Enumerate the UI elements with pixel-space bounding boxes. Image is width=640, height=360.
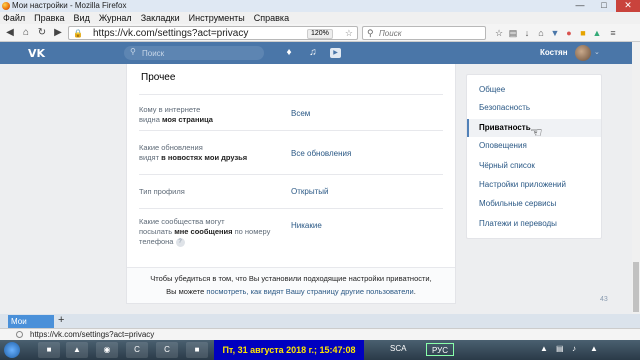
footer-text-line2: Вы можете посмотреть, как видят Вашу стр… — [166, 287, 416, 296]
pocket-icon[interactable]: ▼ — [550, 28, 560, 38]
volume-icon[interactable]: ♪ — [572, 344, 576, 353]
privacy-value-page-visibility[interactable]: Всем — [291, 109, 310, 118]
notifications-bell-icon[interactable]: ♦ — [282, 46, 296, 60]
taskbar-app-icon[interactable]: ■ — [38, 342, 60, 358]
settings-item-security[interactable]: Безопасность — [467, 99, 601, 117]
tab-settings[interactable]: Мои — [8, 315, 54, 328]
home-icon[interactable]: ⌂ — [20, 27, 32, 39]
view-as-others-link[interactable]: посмотреть, как видят Вашу страницу друг… — [206, 287, 413, 296]
extension-icon-2[interactable]: ▲ — [592, 28, 602, 38]
chevron-down-icon[interactable]: ⌄ — [594, 48, 600, 56]
row-label: Какие сообщества могут посылать мне сооб… — [139, 217, 271, 247]
privacy-value-news-updates[interactable]: Все обновления — [291, 149, 351, 158]
window-controls: — □ ✕ — [568, 0, 640, 12]
network-icon[interactable]: ▤ — [556, 344, 564, 353]
status-url: https://vk.com/settings?act=privacy — [30, 330, 155, 339]
tray-arrow-icon[interactable]: ▲ — [540, 344, 548, 353]
taskbar-app-icon[interactable]: ▲ — [66, 342, 88, 358]
url-text[interactable]: https://vk.com/settings?act=privacy — [93, 28, 248, 39]
page-scrollbar[interactable] — [632, 42, 640, 332]
vk-logo[interactable]: VK — [28, 47, 48, 60]
counter-badge: 43 — [600, 296, 608, 303]
taskbar-app-icon[interactable]: C — [156, 342, 178, 358]
new-tab-icon[interactable]: + — [58, 314, 64, 326]
privacy-value-profile-type[interactable]: Открытый — [291, 187, 328, 196]
vk-header: VK ⚲ ♦ ♫ ▶ Костян ⌄ — [0, 42, 632, 64]
taskbar-firefox-icon[interactable]: ◉ — [96, 342, 118, 358]
lock-icon: 🔒 — [73, 29, 83, 38]
privacy-value-community-messages[interactable]: Никакие — [291, 221, 322, 230]
settings-item-apps[interactable]: Настройки приложений — [467, 176, 601, 194]
browser-search-bar[interactable]: ⚲ — [362, 26, 486, 40]
section-title: Прочее — [141, 72, 176, 83]
user-name[interactable]: Костян — [540, 48, 568, 57]
start-button-icon[interactable] — [4, 342, 20, 358]
download-icon[interactable]: ↓ — [522, 28, 532, 38]
menu-help[interactable]: Справка — [254, 13, 289, 23]
back-icon[interactable]: ◀ — [4, 27, 16, 39]
tray-label[interactable]: SCA — [390, 344, 406, 353]
hand-cursor-icon: ☜ — [530, 124, 543, 140]
firefox-icon — [2, 2, 10, 10]
row-label: Кому в интернете видна моя страница — [139, 105, 213, 124]
notification-icon[interactable]: ▲ — [590, 344, 598, 353]
scrollbar-thumb[interactable] — [633, 262, 639, 312]
footer-text: Чтобы убедиться в том, что Вы установили… — [150, 274, 432, 283]
vk-search-box[interactable]: ⚲ — [124, 46, 264, 60]
url-bar[interactable]: 🔒 https://vk.com/settings?act=privacy 12… — [68, 26, 358, 40]
window-title: Мои настройки - Mozilla Firefox — [12, 1, 127, 10]
browser-search-input[interactable] — [379, 28, 479, 38]
addon-icon[interactable]: ● — [564, 28, 574, 38]
settings-menu: Общее Безопасность Приватность Оповещени… — [466, 74, 602, 239]
tab-strip: Мои + — [0, 314, 640, 328]
search-icon: ⚲ — [367, 28, 374, 38]
taskbar-app-icon[interactable]: C — [126, 342, 148, 358]
taskbar: ■ ▲ ◉ C C ■ Пт, 31 августа 2018 г.; 15:4… — [0, 340, 640, 360]
search-icon: ⚲ — [130, 47, 136, 56]
row-label: Тип профиля — [139, 187, 185, 196]
row-label: Какие обновления видят в новостях мои др… — [139, 143, 248, 162]
privacy-footer: Чтобы убедиться в том, что Вы установили… — [127, 267, 455, 303]
settings-item-general[interactable]: Общее — [467, 81, 601, 99]
bookmark-star-icon[interactable]: ☆ — [345, 28, 353, 39]
extension-icon[interactable]: ■ — [578, 28, 588, 38]
loading-icon — [16, 331, 23, 338]
menu-view[interactable]: Вид — [74, 13, 90, 23]
privacy-row: Какие обновления видят в новостях мои др… — [139, 130, 443, 174]
privacy-row: Какие сообщества могут посылать мне сооб… — [139, 208, 443, 258]
settings-item-blacklist[interactable]: Чёрный список — [467, 157, 601, 175]
menu-file[interactable]: Файл — [3, 13, 25, 23]
menu-history[interactable]: Журнал — [99, 13, 132, 23]
menu-bookmarks[interactable]: Закладки — [141, 13, 180, 23]
nav-bar: ◀ ⌂ ↻ ▶ 🔒 https://vk.com/settings?act=pr… — [0, 24, 640, 42]
home-button-icon[interactable]: ⌂ — [536, 28, 546, 38]
reload-icon[interactable]: ↻ — [36, 27, 48, 39]
browser-menu-icon[interactable]: ≡ — [608, 28, 618, 38]
privacy-card: Прочее Кому в интернете видна моя страни… — [126, 64, 456, 304]
bookmark-icon[interactable]: ☆ — [494, 28, 504, 38]
settings-item-mobile[interactable]: Мобильные сервисы — [467, 195, 601, 213]
menu-edit[interactable]: Правка — [34, 13, 64, 23]
help-question-icon[interactable]: ? — [175, 237, 185, 247]
avatar[interactable] — [575, 45, 591, 61]
music-icon[interactable]: ♫ — [306, 46, 320, 60]
language-indicator[interactable]: РУС — [426, 343, 454, 356]
play-icon[interactable]: ▶ — [330, 48, 341, 58]
taskbar-app-icon[interactable]: ■ — [186, 342, 208, 358]
zoom-level[interactable]: 120% — [307, 29, 333, 39]
minimize-icon[interactable]: — — [568, 0, 592, 12]
settings-item-payments[interactable]: Платежи и переводы — [467, 215, 601, 233]
library-icon[interactable]: ▤ — [508, 28, 518, 38]
status-bar: https://vk.com/settings?act=privacy — [0, 328, 640, 340]
forward-icon[interactable]: ▶ — [52, 27, 64, 39]
close-icon[interactable]: ✕ — [616, 0, 640, 12]
privacy-row: Тип профиля Открытый — [139, 174, 443, 208]
vk-search-input[interactable] — [142, 48, 252, 58]
menu-tools[interactable]: Инструменты — [189, 13, 245, 23]
privacy-row: Кому в интернете видна моя страница Всем — [139, 94, 443, 130]
maximize-icon[interactable]: □ — [592, 0, 616, 12]
menu-bar: Файл Правка Вид Журнал Закладки Инструме… — [0, 12, 640, 24]
clock-overlay: Пт, 31 августа 2018 г.; 15:47:08 — [214, 340, 364, 360]
title-bar: Мои настройки - Mozilla Firefox — □ ✕ — [0, 0, 640, 12]
